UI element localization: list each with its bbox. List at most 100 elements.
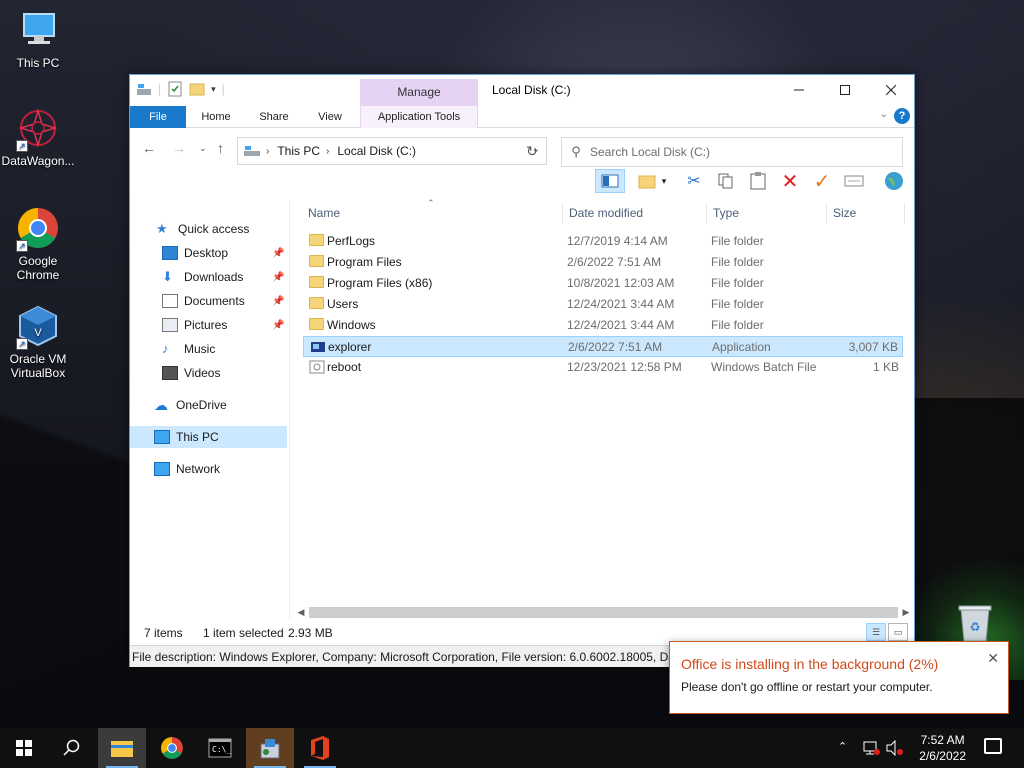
toast-close-icon[interactable]: ✕ [987, 650, 999, 667]
tab-view[interactable]: View [306, 106, 354, 128]
recent-locations-icon[interactable]: ⌄ [199, 143, 207, 154]
tab-file[interactable]: File [130, 106, 186, 128]
file-row[interactable]: Windows 12/24/2021 3:44 AM File folder [303, 315, 903, 336]
globe-icon[interactable] [882, 169, 906, 193]
tab-application-tools[interactable]: Application Tools [360, 106, 478, 128]
help-icon[interactable]: ? [894, 108, 910, 124]
back-arrow-icon[interactable]: ← [142, 140, 156, 156]
taskbar-chrome[interactable] [148, 728, 196, 768]
desktop-icon-datawagon[interactable]: ↗ DataWagon... [0, 106, 76, 168]
svg-text:C:\_: C:\_ [212, 745, 231, 754]
maximize-button[interactable] [822, 75, 868, 105]
large-icons-view-button[interactable]: ▭ [888, 623, 908, 641]
refresh-button[interactable]: ↻ [518, 137, 547, 165]
new-folder-icon[interactable] [189, 81, 205, 97]
address-row: ← → ⌄ ↑ › This PC › Local Disk (C:) ⌄ ↻ … [130, 128, 914, 168]
forward-arrow-icon[interactable]: → [172, 140, 186, 156]
file-row[interactable]: Program Files (x86) 10/8/2021 12:03 AM Fil… [303, 273, 903, 294]
search-button[interactable] [48, 728, 96, 768]
nav-item-music[interactable]: ♪ Music [162, 338, 215, 360]
customize-qat-icon[interactable]: ▾ [211, 84, 216, 95]
address-bar[interactable]: › This PC › Local Disk (C:) ⌄ [237, 137, 547, 165]
file-row[interactable]: reboot 12/23/2021 12:58 PM Windows Batch F… [303, 357, 903, 378]
file-type: File folder [711, 234, 764, 248]
nav-quick-access[interactable]: ★ Quick access [156, 218, 249, 240]
custom-toolbar: ▾ ✂ ✕ ✓ [130, 168, 914, 196]
new-item-dropdown-icon[interactable]: ▾ [658, 169, 670, 193]
column-divider[interactable] [904, 204, 905, 224]
explorer-window[interactable]: | ▾ | Manage Local Disk (C:) File Home S… [129, 74, 915, 667]
details-view-button[interactable]: ☰ [866, 623, 886, 641]
delete-icon[interactable]: ✕ [778, 169, 802, 193]
title-bar[interactable]: | ▾ | Manage Local Disk (C:) [130, 75, 914, 106]
taskbar-office[interactable] [296, 728, 344, 768]
tab-share[interactable]: Share [250, 106, 298, 128]
network-status-icon[interactable] [862, 740, 880, 759]
column-header-date[interactable]: Date modified [569, 200, 643, 226]
minimize-button[interactable] [776, 75, 822, 105]
breadcrumb-chevron-icon[interactable]: › [266, 146, 269, 157]
column-divider[interactable] [826, 204, 827, 224]
column-header-type[interactable]: Type [713, 200, 739, 226]
taskbar-installer[interactable] [246, 728, 294, 768]
checkmark-icon[interactable]: ✓ [810, 169, 834, 193]
navigation-pane[interactable]: ★ Quick access Desktop 📌 ⬇ Downloads 📌 D… [130, 200, 290, 619]
show-hidden-icons-icon[interactable]: ⌃ [838, 740, 847, 753]
breadcrumb-chevron-icon[interactable]: › [326, 146, 329, 157]
properties-icon[interactable] [167, 81, 183, 97]
application-icon [310, 340, 326, 357]
nav-item-videos[interactable]: Videos [162, 362, 220, 384]
scrollbar-thumb[interactable] [309, 607, 898, 618]
manage-tab-header[interactable]: Manage [360, 79, 478, 106]
pin-icon[interactable]: 📌 [272, 248, 284, 259]
file-row[interactable]: explorer 2/6/2022 7:51 AM Application 3,007… [303, 336, 903, 357]
drive-icon[interactable] [136, 81, 152, 97]
nav-item-documents[interactable]: Documents 📌 [162, 290, 290, 312]
nav-onedrive[interactable]: ☁ OneDrive [154, 394, 227, 416]
scroll-left-icon[interactable]: ◀ [293, 604, 309, 621]
column-divider[interactable] [562, 204, 563, 224]
file-list[interactable]: Name ⌃ Date modified Type Size PerfLogs 1… [293, 198, 914, 619]
up-arrow-icon[interactable]: ↑ [217, 140, 224, 156]
scroll-right-icon[interactable]: ▶ [898, 604, 914, 621]
column-divider[interactable] [706, 204, 707, 224]
nav-this-pc[interactable]: This PC [130, 426, 287, 448]
column-header-size[interactable]: Size [833, 200, 856, 226]
taskbar-command-prompt[interactable]: C:\_ [196, 728, 244, 768]
cut-icon[interactable]: ✂ [682, 169, 706, 193]
pin-icon[interactable]: 📌 [272, 296, 284, 307]
nav-item-downloads[interactable]: ⬇ Downloads 📌 [162, 266, 290, 288]
nav-item-pictures[interactable]: Pictures 📌 [162, 314, 290, 336]
taskbar-file-explorer[interactable] [98, 728, 146, 768]
paste-icon[interactable] [746, 169, 770, 193]
nav-item-desktop[interactable]: Desktop 📌 [162, 242, 290, 264]
pin-icon[interactable]: 📌 [272, 272, 284, 283]
column-header-name[interactable]: Name [308, 200, 340, 226]
start-button[interactable] [0, 728, 48, 768]
new-item-button[interactable] [635, 169, 659, 193]
breadcrumb-this-pc[interactable]: This PC [277, 144, 320, 158]
volume-muted-icon[interactable] [886, 739, 904, 759]
file-row[interactable]: Users 12/24/2021 3:44 AM File folder [303, 294, 903, 315]
expand-ribbon-icon[interactable]: ⌄ [880, 109, 888, 120]
file-row[interactable]: Program Files 2/6/2022 7:51 AM File folder [303, 252, 903, 273]
nav-network[interactable]: Network [154, 458, 220, 480]
horizontal-scrollbar[interactable]: ◀ ▶ [293, 604, 914, 621]
recycle-bin-icon[interactable]: ♻ [955, 603, 995, 643]
copy-icon[interactable] [714, 169, 738, 193]
desktop-icon-this-pc[interactable]: This PC [0, 8, 76, 70]
preview-pane-button[interactable] [595, 169, 625, 193]
desktop-icon-virtualbox[interactable]: V ↗ Oracle VM VirtualBox [0, 304, 76, 380]
search-input[interactable]: ⚲ Search Local Disk (C:) [561, 137, 903, 167]
action-center-icon[interactable] [984, 738, 1002, 754]
file-date: 12/23/2021 12:58 PM [567, 360, 682, 374]
breadcrumb-local-disk[interactable]: Local Disk (C:) [337, 144, 416, 158]
file-row[interactable]: PerfLogs 12/7/2019 4:14 AM File folder [303, 231, 903, 252]
office-install-toast[interactable]: Office is installing in the background (… [669, 641, 1009, 714]
close-button[interactable] [868, 75, 914, 105]
rename-icon[interactable] [842, 169, 866, 193]
tab-home[interactable]: Home [192, 106, 240, 128]
desktop-icon-chrome[interactable]: ↗ Google Chrome [0, 206, 76, 282]
pin-icon[interactable]: 📌 [272, 320, 284, 331]
system-clock[interactable]: 7:52 AM 2/6/2022 [919, 732, 966, 764]
